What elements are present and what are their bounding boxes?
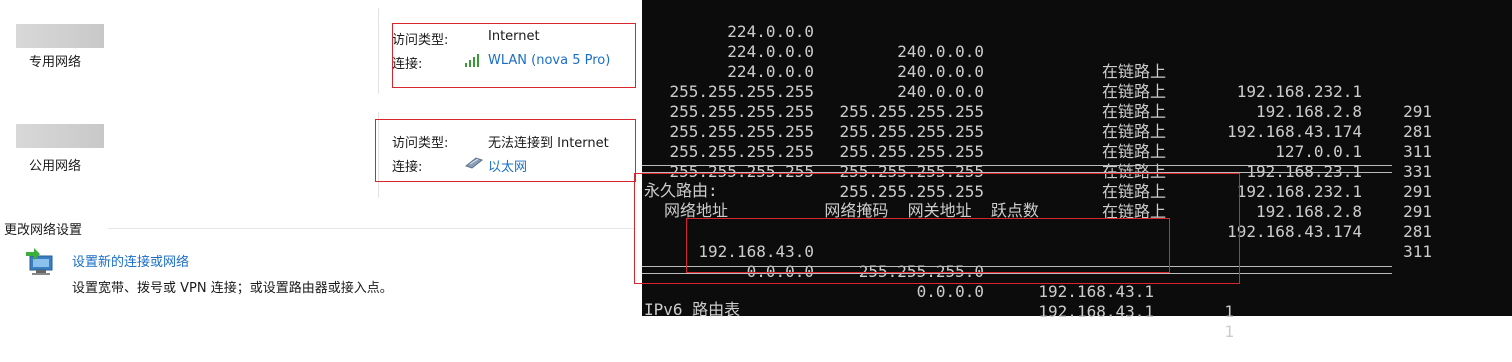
route-metric: 291 xyxy=(1403,102,1432,121)
route-gateway: 在链路上 xyxy=(1102,82,1167,101)
new-connection-icon xyxy=(26,248,53,275)
setup-new-connection-description: 设置宽带、拨号或 VPN 连接；或设置路由器或接入点。 xyxy=(72,281,393,296)
route-gateway: 192.168.43.1 xyxy=(1038,282,1154,301)
route-interface: 192.168.2.8 xyxy=(1256,102,1362,121)
highlight-box xyxy=(375,119,636,182)
network-name: 公用网络 xyxy=(29,159,82,174)
route-netmask: 255.255.255.255 xyxy=(839,102,985,121)
route-netmask: 240.0.0.0 xyxy=(897,82,984,101)
separator-line xyxy=(642,165,1392,173)
route-row: 224.0.0.0 240.0.0.0 在链路上 192.168.232.1 2… xyxy=(642,2,1432,121)
route-gateway: 192.168.43.1 xyxy=(1038,302,1154,321)
network-sharing-center-panel: 专用网络 访问类型: Internet 连接: WLAN (nova 5 Pro… xyxy=(0,0,642,316)
route-row: 255.255.255.255 255.255.255.255 在链路上 192… xyxy=(642,122,1433,241)
route-row: 255.255.255.255 255.255.255.255 在链路上 127… xyxy=(642,62,1433,181)
route-gateway: 在链路上 xyxy=(1102,102,1167,121)
route-metric: 281 xyxy=(1403,222,1432,241)
route-metric: 311 xyxy=(1403,142,1432,161)
route-interface: 192.168.232.1 xyxy=(1236,82,1362,101)
network-icon xyxy=(16,24,104,48)
ipv6-route-table-title: IPv6 路由表 xyxy=(644,300,741,319)
route-netmask: 255.255.255.255 xyxy=(839,142,985,161)
route-metric: 1 xyxy=(1224,302,1234,321)
route-netmask: 240.0.0.0 xyxy=(897,62,984,81)
route-metric: 291 xyxy=(1403,202,1432,221)
route-gateway: 在链路上 xyxy=(1102,142,1167,161)
route-row: 255.255.255.255 255.255.255.255 在链路上 192… xyxy=(642,102,1433,221)
route-netmask: 0.0.0.0 xyxy=(916,282,984,301)
network-name: 专用网络 xyxy=(29,55,82,70)
section-title: 更改网络设置 xyxy=(4,223,83,238)
setup-new-connection-link[interactable]: 设置新的连接或网络 xyxy=(72,251,189,270)
section-divider xyxy=(108,228,634,229)
route-interface: 127.0.0.1 xyxy=(1275,142,1362,161)
highlight-box xyxy=(392,23,636,88)
route-gateway: 在链路上 xyxy=(1102,122,1167,141)
route-row: 224.0.0.0 240.0.0.0 在链路上 192.168.43.174 … xyxy=(642,42,1432,161)
route-row: 255.255.255.255 255.255.255.255 在链路上 192… xyxy=(642,142,1433,261)
divider xyxy=(378,8,379,94)
route-netmask: 240.0.0.0 xyxy=(897,42,984,61)
route-metric: 281 xyxy=(1403,122,1432,141)
route-metric: 291 xyxy=(1403,182,1432,201)
route-interface: 192.168.43.174 xyxy=(1227,122,1362,141)
network-icon xyxy=(16,124,104,148)
route-netmask: 255.255.255.255 xyxy=(839,122,985,141)
highlight-box xyxy=(686,218,1170,273)
command-prompt-window: 224.0.0.0 240.0.0.0 在链路上 192.168.232.1 2… xyxy=(634,0,1512,341)
route-row: 255.255.255.255 255.255.255.255 在链路上 192… xyxy=(642,82,1433,201)
route-metric: 311 xyxy=(1403,242,1432,261)
route-metric: 1 xyxy=(1224,322,1234,341)
route-row: 224.0.0.0 240.0.0.0 在链路上 192.168.2.8 281 xyxy=(642,22,1432,141)
route-gateway: 在链路上 xyxy=(1102,62,1167,81)
